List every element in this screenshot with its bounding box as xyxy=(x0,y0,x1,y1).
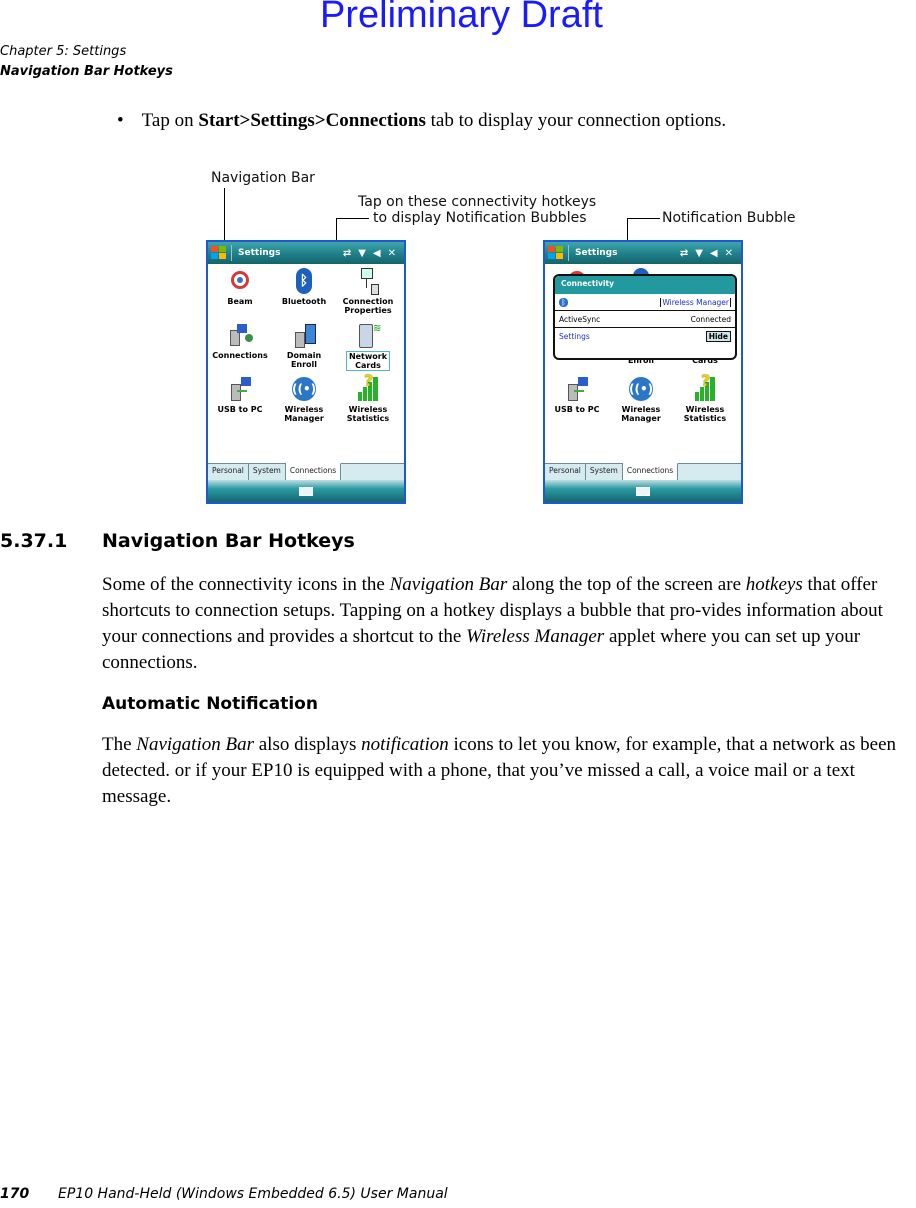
settings-item-connections[interactable]: Connections xyxy=(208,322,272,360)
instruction-suffix: tab to display your connection options. xyxy=(425,110,727,131)
close-icon[interactable]: ✕ xyxy=(725,248,733,259)
emphasis-text: Wireless Manager xyxy=(466,626,605,647)
network-cards-selection: Network Cards xyxy=(345,351,391,371)
body-text: Some of the connectivity icons in the xyxy=(102,574,390,595)
body-text: also displays xyxy=(254,734,362,755)
wireless-manager-link[interactable]: Wireless Manager xyxy=(660,297,731,307)
start-windows-icon[interactable] xyxy=(211,246,227,260)
body-text: along the top of the screen are xyxy=(507,574,746,595)
instruction-prefix: Tap on xyxy=(141,110,199,131)
section-number: 5.37.1 xyxy=(0,530,68,552)
instruction-path: Start>Settings>Connections xyxy=(198,110,426,131)
title-separator xyxy=(568,245,569,261)
tab-personal[interactable]: Personal xyxy=(545,464,586,480)
connectivity-hotkey-icon[interactable]: ⇄ xyxy=(680,248,688,259)
screen-title: Settings xyxy=(238,248,281,258)
tab-system[interactable]: System xyxy=(586,464,623,480)
activesync-status: Connected xyxy=(690,314,731,324)
settings-item-wireless-manager[interactable]: ((•)) Wireless Manager xyxy=(609,376,673,423)
navigation-bar: Settings ⇄ ▼ ◀ ✕ xyxy=(545,242,741,264)
callout-line-navbar xyxy=(224,188,225,246)
settings-link[interactable]: Settings xyxy=(559,332,590,341)
close-icon[interactable]: ✕ xyxy=(388,248,396,259)
network-cards-icon: ≋ xyxy=(355,322,381,348)
wireless-statistics-icon: ? xyxy=(692,373,718,402)
screen-title: Settings xyxy=(575,248,618,258)
signal-icon[interactable]: ▼ xyxy=(358,248,366,259)
subsection-paragraph: The Navigation Bar also displays notific… xyxy=(102,732,916,810)
callout-hotkeys-line2: to display Notification Bubbles xyxy=(373,210,587,226)
callout-navigation-bar: Navigation Bar xyxy=(211,170,315,186)
volume-icon[interactable]: ◀ xyxy=(710,248,718,259)
emphasis-text: hotkeys xyxy=(745,574,803,595)
beam-icon xyxy=(227,268,253,294)
settings-item-network-cards[interactable]: ≋ Network Cards xyxy=(336,322,400,371)
tab-connections[interactable]: Connections xyxy=(622,463,679,480)
emphasis-text: Navigation Bar xyxy=(389,574,508,595)
menu-bar xyxy=(545,480,741,502)
instruction-bullet: • Tap on Start>Settings>Connections tab t… xyxy=(117,110,726,132)
keyboard-icon[interactable] xyxy=(636,486,650,496)
running-header-section: Navigation Bar Hotkeys xyxy=(0,64,173,79)
settings-item-wireless-statistics[interactable]: ? Wireless Statistics xyxy=(336,373,400,424)
page-footer: 170 EP10 Hand-Held (Windows Embedded 6.5)… xyxy=(0,1186,448,1202)
wireless-manager-icon: ((•)) xyxy=(291,376,322,402)
settings-item-bluetooth[interactable]: ᛒ Bluetooth xyxy=(272,268,336,306)
callout-notification-bubble: Notification Bubble xyxy=(662,210,796,226)
signal-icon[interactable]: ▼ xyxy=(695,248,703,259)
keyboard-icon[interactable] xyxy=(299,486,313,496)
manual-title: EP10 Hand-Held (Windows Embedded 6.5) Us… xyxy=(58,1186,448,1202)
tab-bar: Personal System Connections xyxy=(545,463,741,480)
tab-personal[interactable]: Personal xyxy=(208,464,249,480)
bubble-title: Connectivity xyxy=(555,276,735,294)
wireless-statistics-icon: ? xyxy=(355,373,381,402)
callout-hotkeys-line1: Tap on these connectivity hotkeys xyxy=(358,194,597,210)
subsection-heading: Automatic Notification xyxy=(102,694,318,714)
section-title: Navigation Bar Hotkeys xyxy=(102,530,355,552)
domain-enroll-icon xyxy=(291,322,317,348)
emphasis-text: notification xyxy=(361,734,449,755)
hide-button[interactable]: Hide xyxy=(705,330,731,342)
section-paragraph: Some of the connectivity icons in the Na… xyxy=(102,572,916,676)
settings-item-wireless-statistics[interactable]: ? Wireless Statistics xyxy=(673,373,737,424)
bubble-row-actions: Settings Hide xyxy=(555,328,735,344)
callout-line-hotkeys-h xyxy=(336,218,369,219)
settings-item-wireless-manager[interactable]: ((•)) Wireless Manager xyxy=(272,376,336,423)
usb-to-pc-icon xyxy=(227,376,253,402)
settings-item-connection-properties[interactable]: Connection Properties xyxy=(336,268,400,315)
notification-bubble: Connectivity ᛒ Wireless Manager ActiveSy… xyxy=(553,274,737,360)
navigation-bar: Settings ⇄ ▼ ◀ ✕ xyxy=(208,242,404,264)
settings-item-usb-to-pc[interactable]: USB to PC xyxy=(545,376,609,414)
start-windows-icon[interactable] xyxy=(548,246,564,260)
wireless-manager-icon: ((•)) xyxy=(628,376,659,402)
watermark: Preliminary Draft xyxy=(320,0,603,36)
tab-bar: Personal System Connections xyxy=(208,463,404,480)
body-text: The xyxy=(102,734,137,755)
bullet-glyph: • xyxy=(117,110,124,131)
running-header-chapter: Chapter 5: Settings xyxy=(0,44,127,59)
menu-bar xyxy=(208,480,404,502)
settings-item-beam[interactable]: Beam xyxy=(208,268,272,306)
emphasis-text: Navigation Bar xyxy=(136,734,254,755)
bubble-row-activesync: ActiveSync Connected xyxy=(555,311,735,328)
volume-icon[interactable]: ◀ xyxy=(373,248,381,259)
bluetooth-icon[interactable]: ᛒ xyxy=(559,297,568,307)
usb-to-pc-icon xyxy=(564,376,590,402)
connectivity-hotkey-icon[interactable]: ⇄ xyxy=(343,248,351,259)
activesync-label: ActiveSync xyxy=(559,314,601,324)
device-screen-with-bubble: Settings ⇄ ▼ ◀ ✕ Enroll Cards USB to PC … xyxy=(543,240,743,504)
page-number: 170 xyxy=(0,1186,30,1202)
tab-system[interactable]: System xyxy=(249,464,286,480)
title-separator xyxy=(231,245,232,261)
tab-connections[interactable]: Connections xyxy=(285,463,342,480)
bubble-row-bluetooth: ᛒ Wireless Manager xyxy=(555,294,735,311)
settings-item-domain-enroll[interactable]: Domain Enroll xyxy=(272,322,336,369)
connections-icon xyxy=(227,322,253,348)
callout-line-bubble-h xyxy=(627,218,660,219)
connection-properties-icon xyxy=(355,268,381,295)
section-heading: 5.37.1 Navigation Bar Hotkeys xyxy=(0,530,355,552)
bluetooth-icon: ᛒ xyxy=(291,268,317,294)
settings-item-usb-to-pc[interactable]: USB to PC xyxy=(208,376,272,414)
device-screen-settings: Settings ⇄ ▼ ◀ ✕ Beam ᛒ Bluetooth Connec… xyxy=(206,240,406,504)
